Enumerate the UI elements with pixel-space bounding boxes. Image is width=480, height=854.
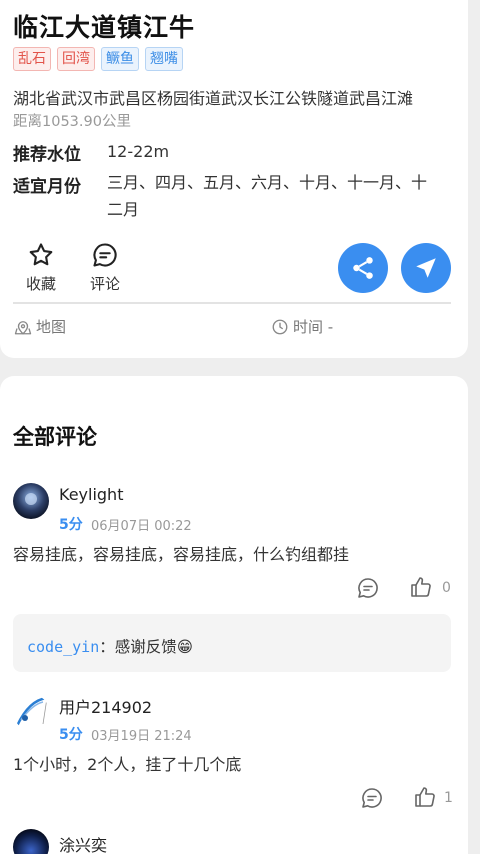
comment-user[interactable]: 涂兴奕 <box>59 832 107 854</box>
reply-separator: ： <box>99 638 115 656</box>
like-count: 1 <box>444 790 453 806</box>
reply-icon[interactable] <box>356 576 380 600</box>
reply-icon[interactable] <box>360 786 384 810</box>
fishing-rod-avatar-icon <box>15 696 48 727</box>
reply-text: 感谢反馈😁 <box>114 638 193 656</box>
spot-distance: 距离1053.90公里 <box>13 114 131 130</box>
comment-date: 03月19日 21:24 <box>91 729 192 744</box>
water-level-value: 12-22m <box>107 142 170 161</box>
reply-box: code_yin：感谢反馈😁 <box>13 614 451 672</box>
favorite-button[interactable]: 收藏 <box>26 241 56 294</box>
map-icon <box>14 320 32 334</box>
comment-icon <box>93 243 117 267</box>
tag-topmouth-culter: 翘嘴 <box>145 47 183 71</box>
months-label: 适宜月份 <box>13 177 81 197</box>
avatar[interactable] <box>13 694 49 730</box>
comment-text: 1个小时，2个人，挂了十几个底 <box>13 755 242 774</box>
comment-user[interactable]: Keylight <box>59 485 123 504</box>
share-icon <box>353 257 373 279</box>
tag-bay: 回湾 <box>57 47 95 71</box>
navigate-button[interactable] <box>401 243 451 293</box>
avatar[interactable] <box>13 483 49 519</box>
share-button[interactable] <box>338 243 388 293</box>
spot-tags: 乱石 回湾 鳜鱼 翘嘴 <box>13 47 183 71</box>
clock-icon <box>272 319 288 334</box>
comment-date: 06月07日 00:22 <box>91 519 192 534</box>
thumbs-up-icon[interactable] <box>409 575 433 599</box>
tag-rocks: 乱石 <box>13 47 51 71</box>
thumbs-up-icon[interactable] <box>413 785 437 809</box>
comment-user[interactable]: 用户214902 <box>59 694 152 718</box>
divider <box>13 302 451 304</box>
spot-address: 湖北省武汉市武昌区杨园街道武汉长江公铁隧道武昌江滩 <box>13 89 414 108</box>
star-icon <box>29 243 53 266</box>
comment-text: 容易挂底，容易挂底，容易挂底，什么钓组都挂 <box>13 545 350 564</box>
comment-score: 5分 <box>59 727 83 743</box>
months-value: 三月、四月、五月、六月、十月、十一月、十二月 <box>107 173 428 219</box>
map-link[interactable]: 地图 <box>14 316 66 337</box>
spot-title: 临江大道镇江牛 <box>13 13 196 42</box>
comment-button[interactable]: 评论 <box>90 241 120 294</box>
favorite-label: 收藏 <box>26 275 57 293</box>
water-level-label: 推荐水位 <box>13 145 81 165</box>
comments-title: 全部评论 <box>13 425 97 449</box>
like-count: 0 <box>442 580 451 596</box>
reply-user[interactable]: code_yin <box>27 638 99 656</box>
comment-label: 评论 <box>90 275 121 293</box>
avatar-image <box>13 483 49 519</box>
tag-mandarin-fish: 鳜鱼 <box>101 47 139 71</box>
time-info: 时间 - <box>271 316 333 337</box>
comment-score: 5分 <box>59 517 83 533</box>
map-label: 地图 <box>36 318 67 336</box>
navigate-icon <box>416 258 436 278</box>
time-label: 时间 - <box>293 318 334 336</box>
